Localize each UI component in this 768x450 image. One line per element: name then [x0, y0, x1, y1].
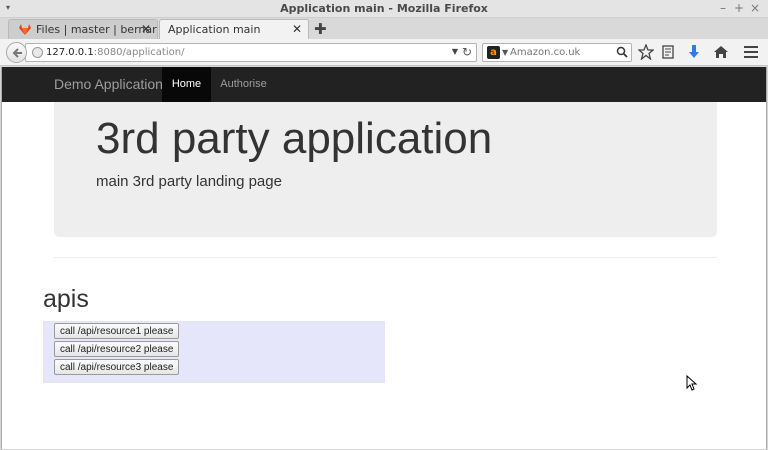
tab-label: Application main — [168, 23, 261, 36]
reload-icon[interactable]: ↻ — [462, 45, 472, 59]
tab-application-main[interactable]: Application main ✕ — [159, 19, 309, 40]
window-titlebar: ▾ Application main - Mozilla Firefox – +… — [0, 0, 768, 18]
divider — [54, 257, 717, 258]
search-input[interactable] — [510, 45, 610, 60]
page-heading: 3rd party application — [96, 114, 493, 163]
brand-link[interactable]: Demo Application — [54, 76, 163, 92]
download-icon[interactable] — [686, 44, 702, 60]
tab-gitlab-files[interactable]: Files | master | bernard... ✕ — [8, 19, 158, 39]
page-content: Demo Application Home Authorise 3rd part… — [1, 67, 767, 449]
call-resource2-button[interactable]: call /api/resource2 please — [54, 341, 180, 357]
page-subtitle: main 3rd party landing page — [96, 173, 282, 190]
hamburger-menu-icon[interactable] — [743, 44, 759, 60]
home-icon[interactable] — [713, 44, 729, 60]
mouse-cursor-icon — [686, 375, 698, 391]
apis-panel: call /api/resource1 please call /api/res… — [43, 321, 385, 383]
tab-close-icon[interactable]: ✕ — [292, 22, 302, 36]
gitlab-fox-icon — [19, 24, 31, 35]
tab-close-icon[interactable]: ✕ — [141, 22, 151, 36]
bookmark-star-icon[interactable] — [638, 44, 654, 60]
search-bar[interactable]: a ▼ — [482, 43, 632, 62]
call-resource1-button[interactable]: call /api/resource1 please — [54, 323, 180, 339]
nav-home[interactable]: Home — [162, 67, 211, 102]
amazon-icon[interactable]: a — [487, 46, 500, 59]
site-navbar: Demo Application Home Authorise — [2, 67, 766, 102]
search-icon[interactable] — [616, 46, 628, 58]
search-engine-dropdown-icon[interactable]: ▼ — [502, 48, 508, 57]
apis-heading: apis — [43, 285, 89, 313]
url-text[interactable]: 127.0.0.1:8080/application/ — [46, 47, 184, 58]
globe-icon — [32, 47, 43, 58]
tab-label: Files | master | bernard... — [36, 23, 157, 36]
close-window-icon[interactable]: × — [748, 1, 762, 15]
call-resource3-button[interactable]: call /api/resource3 please — [54, 359, 180, 375]
browser-toolbar: 127.0.0.1:8080/application/ ▼ ↻ a ▼ — [0, 39, 768, 66]
back-button[interactable] — [6, 42, 27, 63]
window-title: Application main - Mozilla Firefox — [280, 2, 488, 15]
tab-strip: Files | master | bernard... ✕ Applicatio… — [0, 18, 768, 40]
maximize-icon[interactable]: + — [732, 1, 746, 15]
reading-list-icon[interactable] — [660, 44, 676, 60]
new-tab-icon[interactable]: ✚ — [314, 20, 327, 38]
minimize-icon[interactable]: – — [716, 1, 730, 15]
address-bar[interactable]: 127.0.0.1:8080/application/ ▼ ↻ — [25, 43, 477, 62]
history-dropdown-icon[interactable]: ▼ — [452, 47, 458, 56]
back-arrow-icon — [12, 48, 22, 58]
nav-authorise[interactable]: Authorise — [216, 67, 271, 102]
jumbotron: 3rd party application main 3rd party lan… — [54, 102, 717, 237]
